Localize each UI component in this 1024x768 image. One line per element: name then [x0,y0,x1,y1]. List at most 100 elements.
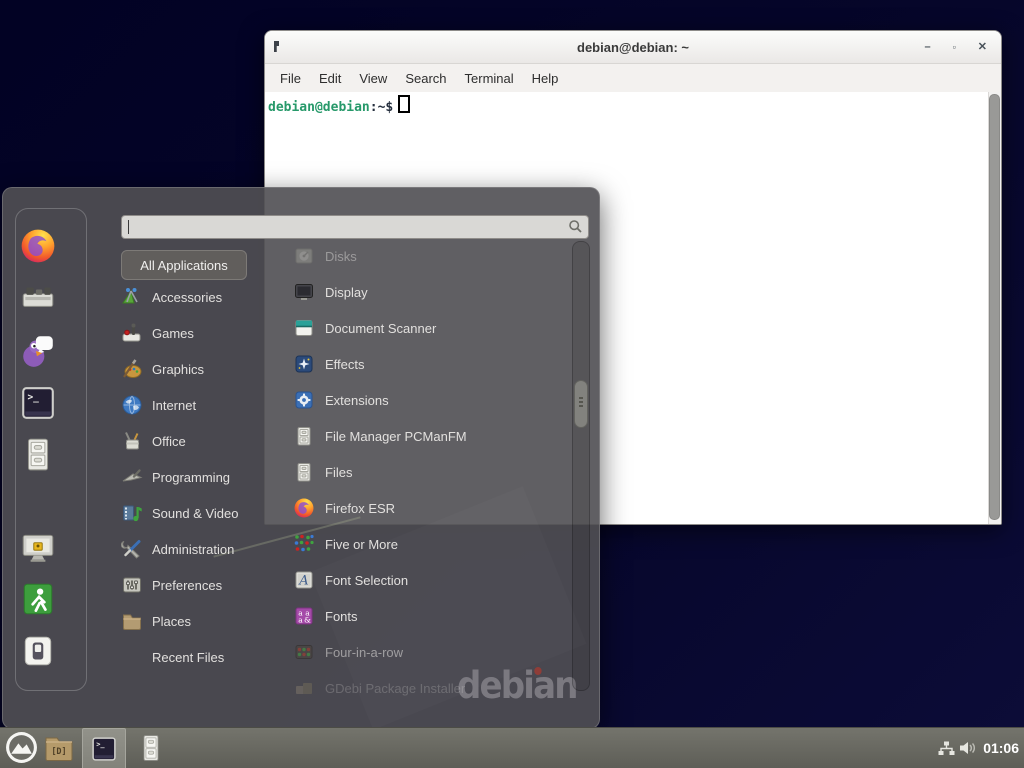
favorite-shut-down[interactable] [19,632,57,670]
pidgin-icon [19,332,57,370]
svg-text:&: & [304,616,311,625]
shut-down-icon [19,632,57,670]
accessories-icon [121,286,143,308]
office-icon [121,430,143,452]
application-menu: debian >_ [2,187,600,729]
terminal-prompt: debian@debian:~$ [265,92,1001,115]
favorite-terminal[interactable]: >_ [19,384,57,422]
app-row-five-or-more[interactable]: Five or More [279,526,573,562]
app-row-display[interactable]: Display [279,274,573,310]
category-recent-files[interactable]: Recent Files [121,639,279,675]
menu-button[interactable] [5,731,38,764]
svg-text:A: A [298,574,308,589]
file-manager-icon [293,425,315,447]
app-row-files[interactable]: Files [279,454,573,490]
app-row-four-in-a-row[interactable]: Four-in-a-row [279,634,573,670]
firefox-icon [293,497,315,519]
menu-help[interactable]: Help [523,71,568,86]
svg-text:[D]: [D] [51,747,66,757]
terminal-scrollbar[interactable] [988,92,1001,524]
app-list-scrollbar-thumb[interactable] [574,380,588,428]
log-out-icon [19,580,57,618]
favorite-file-manager[interactable] [19,435,57,473]
terminal-icon: >_ [19,384,57,422]
network-icon[interactable] [938,741,955,761]
firefox-icon [19,227,57,265]
app-row-effects[interactable]: Effects [279,346,573,382]
terminal-titlebar[interactable]: debian@debian: ~ – ▫ ✕ [265,31,1001,64]
desktop: debian@debian: ~ – ▫ ✕ File Edit View Se… [0,0,1024,768]
search-box [121,215,589,239]
display-icon [293,281,315,303]
category-internet[interactable]: Internet [121,387,279,423]
file-manager-icon [19,435,57,473]
category-all-applications[interactable]: All Applications [121,250,247,280]
app-row-disks[interactable]: Disks [279,238,573,274]
files-icon [293,461,315,483]
scrollbar-grip [579,397,583,399]
app-row-firefox-esr[interactable]: Firefox ESR [279,490,573,526]
menu-search[interactable]: Search [396,71,455,86]
app-list-scrollbar[interactable] [572,241,590,691]
app-row-extensions[interactable]: Extensions [279,382,573,418]
administration-icon [121,538,143,560]
app-list: Disks Display Document Scanner Effects E… [279,238,573,706]
category-accessories[interactable]: Accessories [121,279,279,315]
gdebi-icon [293,677,315,699]
terminal-cursor [398,95,410,113]
taskbar-file-cabinet-launcher[interactable] [137,734,165,762]
app-row-fonts[interactable]: aaa& Fonts [279,598,573,634]
favorite-lock-screen[interactable] [19,528,57,566]
internet-icon [121,394,143,416]
extensions-icon [293,389,315,411]
app-row-gdebi-package-installer[interactable]: GDebi Package Installer [279,670,573,706]
category-games[interactable]: Games [121,315,279,351]
file-cabinet-icon [137,734,165,762]
folder-icon: [D] [44,734,74,762]
document-scanner-icon [293,317,315,339]
five-or-more-icon [293,533,315,555]
games-icon [121,322,143,344]
svg-text:>_: >_ [96,741,105,749]
volume-icon[interactable] [959,740,977,761]
terminal-scrollbar-thumb[interactable] [989,94,1000,520]
category-places[interactable]: Places [121,603,279,639]
app-row-font-selection[interactable]: A Font Selection [279,562,573,598]
fonts-icon: aaa& [293,605,315,627]
search-icon [568,219,583,234]
category-office[interactable]: Office [121,423,279,459]
menu-edit[interactable]: Edit [310,71,350,86]
menu-terminal[interactable]: Terminal [456,71,523,86]
taskbar-file-manager-launcher[interactable]: [D] [44,734,74,762]
preferences-icon [121,574,143,596]
category-administration[interactable]: Administration [121,531,279,567]
category-programming[interactable]: Programming [121,459,279,495]
app-row-file-manager-pcmanfm[interactable]: File Manager PCManFM [279,418,573,454]
terminal-icon: >_ [90,735,118,763]
menu-view[interactable]: View [350,71,396,86]
menu-file[interactable]: File [271,71,310,86]
favorite-firefox[interactable] [19,227,57,265]
favorite-log-out[interactable] [19,580,57,618]
places-icon [121,610,143,632]
font-selection-icon: A [293,569,315,591]
category-preferences[interactable]: Preferences [121,567,279,603]
app-row-document-scanner[interactable]: Document Scanner [279,310,573,346]
lock-screen-icon [19,528,57,566]
menu-button-icon [5,731,38,764]
sound-video-icon [121,502,143,524]
minimize-button[interactable]: – [924,42,930,53]
close-button[interactable]: ✕ [978,42,987,53]
four-in-a-row-icon [293,641,315,663]
category-graphics[interactable]: Graphics [121,351,279,387]
favorite-pidgin[interactable] [19,332,57,370]
favorite-software[interactable] [19,279,57,317]
taskbar-terminal-active-task[interactable]: >_ [82,728,126,768]
effects-icon [293,353,315,375]
taskbar-clock[interactable]: 01:06 [983,740,1019,756]
search-input[interactable] [128,217,562,237]
graphics-icon [121,358,143,380]
category-list: Accessories Games Graphics Internet Offi… [121,279,279,675]
maximize-button[interactable]: ▫ [953,43,956,52]
category-sound-video[interactable]: Sound & Video [121,495,279,531]
